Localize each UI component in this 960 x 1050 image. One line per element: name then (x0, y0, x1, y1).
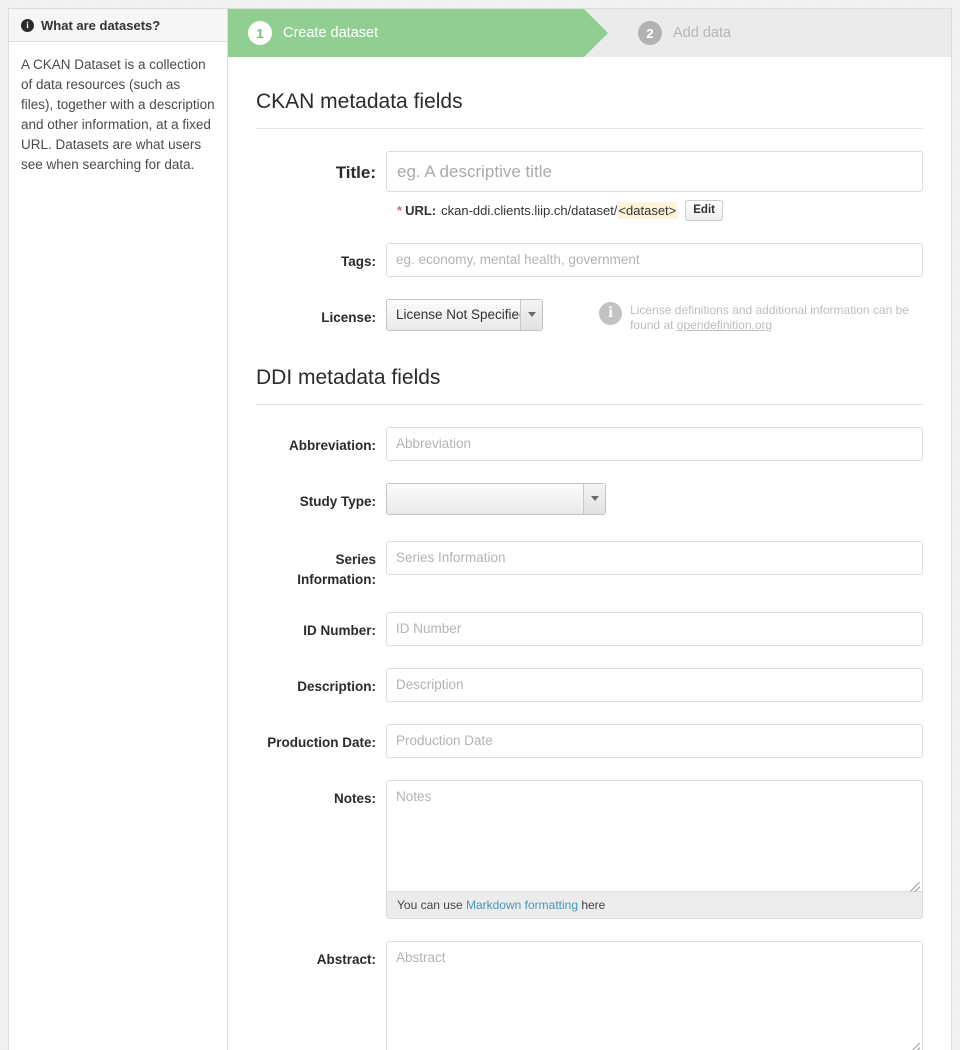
label-production-date: Production Date: (267, 734, 376, 750)
field-row-tags: Tags: (256, 242, 923, 277)
edit-url-button[interactable]: Edit (685, 200, 723, 221)
sidebar-heading: i What are datasets? (9, 9, 227, 42)
sidebar-description: A CKAN Dataset is a collection of data r… (21, 57, 215, 172)
url-key-label: URL: (405, 202, 437, 218)
license-help-text: License definitions and additional infor… (630, 302, 923, 333)
field-row-notes: Notes: You can use Markdown formatting h… (256, 779, 923, 919)
main-content: 1 Create dataset 2 Add data CKAN metadat… (228, 8, 952, 1050)
dataset-form: CKAN metadata fields Title: * URL: ckan-… (228, 90, 951, 1050)
license-select-value: License Not Specified (396, 307, 521, 323)
info-icon: i (21, 18, 34, 32)
control-abstract: You can use Markdown formatting here (386, 940, 923, 1050)
abstract-textarea[interactable] (386, 940, 923, 1050)
opendefinition-link[interactable]: opendefinition.org (677, 318, 772, 332)
control-study-type (386, 482, 923, 519)
license-select[interactable]: License Not Specified (386, 298, 544, 331)
field-row-id-number: ID Number: (256, 611, 923, 646)
field-row-production-date: Production Date: (256, 723, 923, 758)
label-tags: Tags: (340, 253, 376, 269)
section-heading-ddi: DDI metadata fields (256, 366, 923, 405)
url-slug-text: <dataset> (617, 201, 678, 219)
section-heading-ckan: CKAN metadata fields (256, 90, 923, 129)
field-row-license: License: License Not Specified i License… (256, 298, 923, 333)
control-series-information (386, 540, 923, 575)
field-row-description: Description: (256, 667, 923, 702)
id-number-input[interactable] (386, 611, 923, 646)
markdown-hint-after: here (578, 897, 606, 912)
notes-textarea[interactable] (386, 779, 923, 891)
label-study-type: Study Type: (299, 493, 376, 509)
url-base-text: ckan-ddi.clients.liip.ch/dataset/ (441, 202, 618, 218)
field-row-abstract: Abstract: You can use Markdown formattin… (256, 940, 923, 1050)
tags-input[interactable] (386, 242, 923, 277)
abbreviation-input[interactable] (386, 426, 923, 461)
field-row-study-type: Study Type: (256, 482, 923, 519)
sidebar-heading-label: What are datasets? (41, 17, 161, 33)
label-title: Title: (335, 163, 376, 182)
label-series-information: Series Information: (297, 551, 376, 587)
stage-add-data[interactable]: 2 Add data (584, 9, 731, 57)
label-abbreviation: Abbreviation: (288, 437, 376, 453)
field-row-title: Title: * URL: ckan-ddi.clients.liip.ch/d… (256, 151, 923, 221)
info-icon: i (599, 301, 623, 325)
markdown-hint-before: You can use (397, 897, 466, 912)
control-tags (386, 242, 923, 277)
label-abstract: Abstract: (316, 951, 376, 967)
notes-markdown-hint: You can use Markdown formatting here (386, 890, 923, 919)
chevron-down-icon (520, 299, 543, 330)
study-type-select-value (387, 484, 583, 514)
stage-number-2: 2 (638, 21, 662, 45)
control-description (386, 667, 923, 702)
label-license: License: (321, 309, 376, 325)
stage-number-1: 1 (248, 21, 272, 45)
control-id-number (386, 611, 923, 646)
stage-navigation: 1 Create dataset 2 Add data (228, 9, 951, 57)
production-date-input[interactable] (386, 723, 923, 758)
stage-create-dataset[interactable]: 1 Create dataset (228, 9, 608, 57)
series-information-input[interactable] (386, 540, 923, 575)
markdown-formatting-link[interactable]: Markdown formatting (466, 898, 578, 912)
control-title: * URL: ckan-ddi.clients.liip.ch/dataset/… (386, 151, 923, 221)
page-root: i What are datasets? A CKAN Dataset is a… (0, 0, 960, 1050)
sidebar: i What are datasets? A CKAN Dataset is a… (8, 8, 228, 1050)
label-id-number: ID Number: (303, 622, 376, 638)
title-input[interactable] (386, 151, 923, 192)
field-row-series-information: Series Information: (256, 540, 923, 590)
control-production-date (386, 723, 923, 758)
control-license: License Not Specified i License definiti… (386, 298, 923, 333)
field-row-abbreviation: Abbreviation: (256, 426, 923, 461)
stage-label-add-data: Add data (673, 25, 732, 41)
label-notes: Notes: (333, 790, 376, 806)
label-description: Description: (297, 678, 376, 694)
stage-label-create-dataset: Create dataset (283, 25, 379, 41)
study-type-select[interactable] (386, 482, 606, 515)
dataset-url-line: * URL: ckan-ddi.clients.liip.ch/dataset/… (386, 200, 923, 221)
required-marker: * (397, 202, 403, 218)
chevron-down-icon (583, 483, 605, 514)
license-help: i License definitions and additional inf… (599, 299, 923, 333)
control-abbreviation (386, 426, 923, 461)
control-notes: You can use Markdown formatting here (386, 779, 923, 919)
description-input[interactable] (386, 667, 923, 702)
